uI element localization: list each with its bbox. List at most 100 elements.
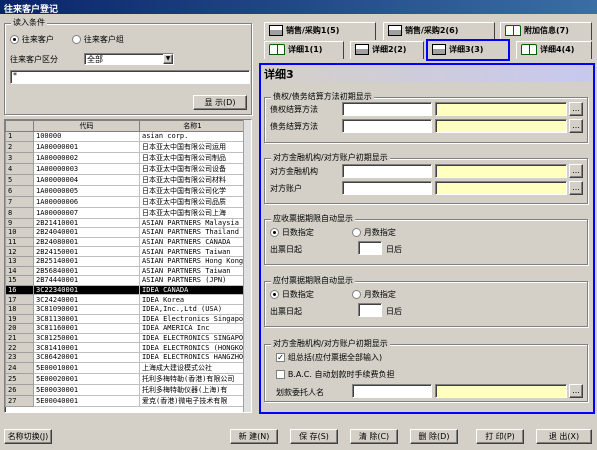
header-rownum[interactable] — [5, 120, 34, 132]
grid-scrollbar[interactable] — [243, 120, 251, 412]
table-row[interactable]: 20 3C81160001 IDEA AMERICA Inc — [5, 323, 246, 334]
customer-grid[interactable]: 代码 名称1 1 100000 asian corp. 2 1A00000001 日本亚太… — [4, 119, 252, 413]
filter-input[interactable]: * — [10, 70, 250, 84]
new-button[interactable]: 新 建(N) — [230, 429, 278, 444]
tab-detail-1[interactable]: 详细1(1) — [264, 41, 344, 59]
cell-name: 日本亚太中国有限公司制品 — [139, 151, 246, 164]
delete-button[interactable]: 删 除(D) — [410, 429, 458, 444]
table-row[interactable]: 15 2B74440001 ASIAN PARTNERS (JPN) — [5, 275, 246, 286]
transfer-client-name — [435, 384, 567, 398]
cell-code: 5E00020001 — [33, 372, 140, 385]
receivable-months-radio[interactable]: 月数指定 — [352, 227, 396, 238]
receivable-method-lookup-button[interactable]: ... — [569, 102, 583, 116]
save-button[interactable]: 保 存(S) — [290, 429, 338, 444]
payable-days-input[interactable] — [358, 303, 382, 317]
receivable-days-input[interactable] — [358, 241, 382, 255]
cell-name: ASIAN PARTNERS Taiwan — [139, 246, 246, 257]
table-row[interactable]: 5 1A00000004 日本亚太中国有限公司材料 — [5, 173, 246, 186]
table-row[interactable]: 19 3C81130001 IDEA Electronics Singapor — [5, 313, 246, 325]
table-row[interactable]: 10 2B24040001 ASIAN PARTNERS Thailand — [5, 227, 246, 238]
cell-code: 2B56840001 — [33, 265, 140, 277]
cell-name: 托利多梅特勒仪器(上海)有 — [139, 383, 246, 396]
class-select[interactable]: 全部 ▼ — [84, 53, 174, 65]
tab-detail-2[interactable]: 详细2(2) — [350, 41, 424, 59]
show-button[interactable]: 显 示(D) — [193, 95, 247, 110]
header-name[interactable]: 名称1 — [139, 120, 246, 132]
bank-lookup-button[interactable]: ... — [569, 164, 583, 178]
table-row[interactable]: 4 1A00000003 日本亚太中国有限公司设备 — [5, 162, 246, 175]
receivable-method-code[interactable] — [342, 102, 432, 116]
name-switch-button[interactable]: 名称切换(J) — [4, 429, 52, 444]
radio-group[interactable]: 往来客户组 — [72, 34, 124, 45]
row-number: 2 — [5, 140, 34, 153]
transfer-client-code[interactable] — [352, 384, 432, 398]
exit-button[interactable]: 退 出(X) — [536, 429, 592, 444]
print-button[interactable]: 打 印(P) — [476, 429, 524, 444]
cell-name: asian corp. — [139, 131, 246, 142]
row-number: 6 — [5, 184, 34, 197]
account-lookup-button[interactable]: ... — [569, 181, 583, 195]
table-row[interactable]: 11 2B24080001 ASIAN PARTNERS CANADA — [5, 236, 246, 248]
radio-button[interactable] — [352, 228, 361, 237]
table-row[interactable]: 7 1A00000006 日本亚太中国有限公司品质 — [5, 195, 246, 208]
payable-months-radio[interactable]: 月数指定 — [352, 289, 396, 300]
table-row[interactable]: 13 2B25140001 ASIAN PARTNERS Hong Kong — [5, 255, 246, 267]
document-icon — [269, 25, 283, 36]
cell-name: IDEA Korea — [139, 294, 246, 305]
tab-detail-4[interactable]: 详细4(4) — [516, 41, 592, 59]
checkbox-label: B.A.C. 自动划款时手续费负担 — [287, 370, 395, 379]
table-row[interactable]: 1 100000 asian corp. — [5, 131, 246, 142]
clear-button[interactable]: 清 除(C) — [350, 429, 398, 444]
table-row[interactable]: 18 3C81090001 IDEA,Inc.,Ltd (USA) — [5, 303, 246, 315]
radio-button[interactable] — [270, 228, 279, 237]
book-icon — [521, 44, 537, 55]
table-row[interactable]: 14 2B56840001 ASIAN PARTNERS Taiwan — [5, 265, 246, 277]
table-row[interactable]: 6 1A00000005 日本亚太中国有限公司化学 — [5, 184, 246, 197]
chevron-down-icon[interactable]: ▼ — [163, 54, 173, 64]
checkbox[interactable] — [276, 370, 285, 379]
bank-code[interactable] — [342, 164, 432, 178]
tab-additional-info[interactable]: 附加信息(7) — [500, 22, 592, 40]
tab-detail-3[interactable]: 详细3(3) — [426, 39, 510, 61]
radio-customer-button[interactable] — [10, 35, 19, 44]
payable-method-lookup-button[interactable]: ... — [569, 119, 583, 133]
radio-button[interactable] — [270, 290, 279, 299]
table-row[interactable]: 3 1A00000002 日本亚太中国有限公司制品 — [5, 151, 246, 164]
cell-name: 日本亚太中国有限公司化学 — [139, 184, 246, 197]
account-code[interactable] — [342, 181, 432, 195]
section-bank-title: 对方金融机构/对方账户初期显示 — [271, 152, 390, 163]
table-row[interactable]: 22 3C81410001 IDEA ELECTRONICS (HONGKON — [5, 342, 246, 353]
row-number: 25 — [5, 372, 34, 385]
table-row[interactable]: 2 1A00000001 日本亚太中国有限公司运用 — [5, 140, 246, 153]
cell-name: IDEA ELECTRONICS SINGAPOR — [139, 332, 246, 344]
table-row[interactable]: 9 2B21410001 ASIAN PARTNERS Malaysia — [5, 217, 246, 229]
table-row[interactable]: 26 5E00030001 托利多梅特勒仪器(上海)有 — [5, 383, 246, 396]
table-row[interactable]: 17 3C24240001 IDEA Korea — [5, 294, 246, 305]
checkbox[interactable]: ✓ — [276, 353, 285, 362]
row-number: 17 — [5, 294, 34, 305]
table-row[interactable]: 24 5E00010001 上海成大建设模式公社 — [5, 361, 246, 374]
table-row[interactable]: 16 3C22340001 IDEA CANADA — [5, 284, 246, 296]
group-bundle-checkbox[interactable]: ✓ 组总括(应付票据全部输入) — [276, 352, 382, 363]
cell-code: 3C81090001 — [33, 303, 140, 315]
section-receivable-term-title: 应收票据期限自动显示 — [271, 213, 355, 224]
transfer-client-lookup-button[interactable]: ... — [569, 384, 583, 398]
receivable-days-radio[interactable]: 日数指定 — [270, 227, 314, 238]
bac-fee-checkbox[interactable]: B.A.C. 自动划款时手续费负担 — [276, 369, 394, 380]
payable-days-radio[interactable]: 日数指定 — [270, 289, 314, 300]
table-row[interactable]: 27 5E00040001 爱克(香港)微电子技术有限 — [5, 394, 246, 407]
row-number: 13 — [5, 255, 34, 267]
radio-customer[interactable]: 往来客户 — [10, 34, 54, 45]
tab-sales-purchase-1[interactable]: 销售/采购1(5) — [264, 22, 376, 40]
radio-group-button[interactable] — [72, 35, 81, 44]
tab-sales-purchase-2[interactable]: 销售/采购2(6) — [383, 22, 495, 40]
table-row[interactable]: 25 5E00020001 托利多梅特勒(香港)有限公司 — [5, 372, 246, 385]
payable-method-code[interactable] — [342, 119, 432, 133]
table-row[interactable]: 8 1A00000007 日本亚太中国有限公司上海 — [5, 206, 246, 219]
payable-unit-label: 日后 — [386, 307, 402, 316]
table-row[interactable]: 21 3C81250001 IDEA ELECTRONICS SINGAPOR — [5, 332, 246, 344]
radio-button[interactable] — [352, 290, 361, 299]
header-code[interactable]: 代码 — [33, 120, 140, 132]
table-row[interactable]: 23 3C86420001 IDEA ELECTRONICS HANGZHOU — [5, 351, 246, 363]
table-row[interactable]: 12 2B24150001 ASIAN PARTNERS Taiwan — [5, 246, 246, 257]
